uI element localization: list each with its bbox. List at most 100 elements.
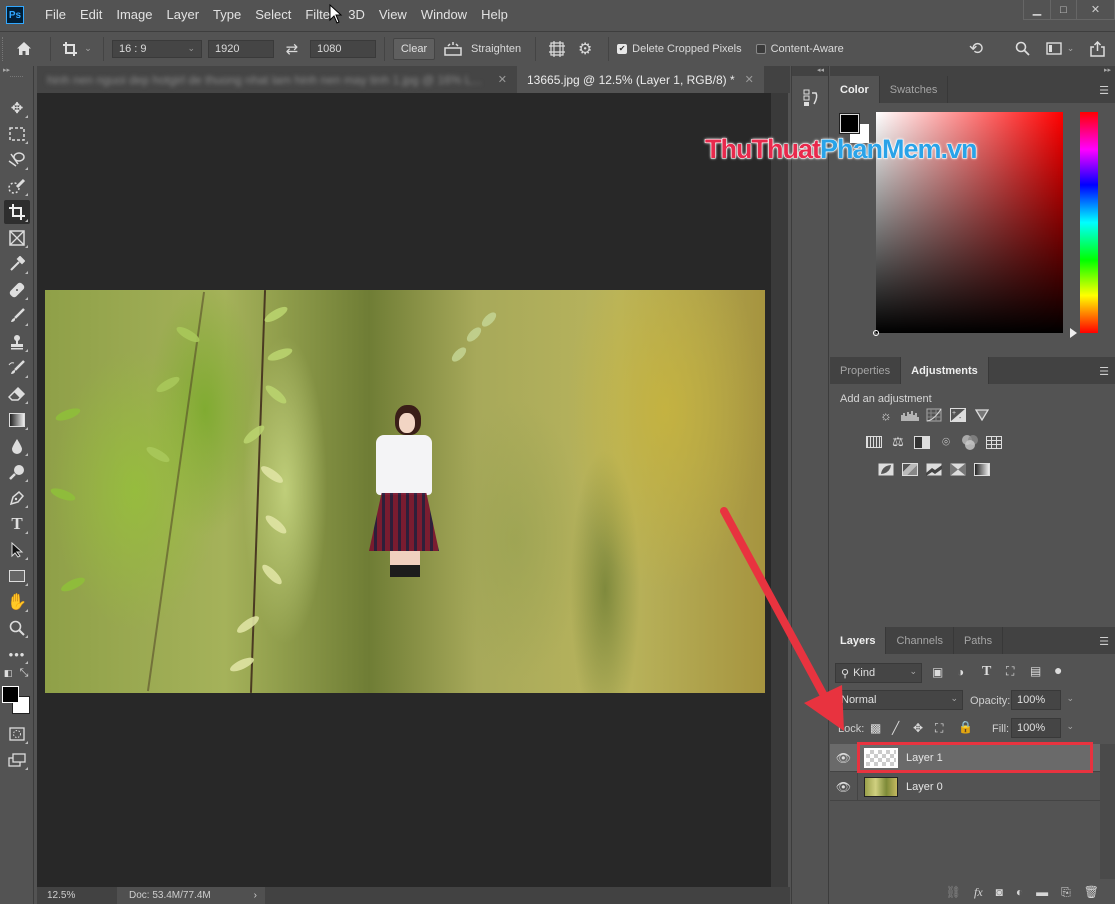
lasso-tool-icon[interactable] [4,148,30,172]
curves-icon[interactable] [925,407,943,423]
color-lookup-icon[interactable] [985,434,1003,450]
menu-select[interactable]: Select [248,0,298,30]
filter-type-layers-icon[interactable]: T [982,664,991,680]
filter-toggle-icon[interactable]: ● [1054,662,1062,678]
rectangle-tool-icon[interactable] [4,564,30,588]
move-tool-icon[interactable]: ✥ [4,96,30,120]
collapse-toolbar-icon[interactable]: ▸▸ [0,66,33,76]
tab-swatches[interactable]: Swatches [880,76,949,103]
type-tool-icon[interactable]: T [4,512,30,536]
menu-view[interactable]: View [372,0,414,30]
tab-paths[interactable]: Paths [954,627,1004,654]
brightness-contrast-icon[interactable]: ☼ [877,407,895,423]
doc-size-info[interactable]: Doc: 53.4M/77.4M › [117,887,265,904]
lock-all-icon[interactable]: 🔒 [958,720,973,734]
healing-brush-tool-icon[interactable] [4,278,30,302]
brush-tool-icon[interactable] [4,304,30,328]
share-icon[interactable] [1086,40,1108,57]
content-aware-label[interactable]: Content-Aware [771,43,844,55]
marquee-tool-icon[interactable] [4,122,30,146]
menu-file[interactable]: File [38,0,73,30]
document-tab-inactive[interactable]: hinh nen nguoi dep hotgirl de thuong nha… [37,66,517,93]
collapse-panels-icon[interactable]: ◂◂ [792,66,828,76]
maximize-button[interactable]: □ [1050,0,1076,19]
hue-slider-marker[interactable] [1070,328,1077,338]
history-brush-tool-icon[interactable] [4,356,30,380]
pen-tool-icon[interactable] [4,486,30,510]
filter-adjustment-layers-icon[interactable]: ◑ [957,665,964,679]
delete-cropped-pixels-label[interactable]: Delete Cropped Pixels [632,43,741,55]
minimize-button[interactable]: ▁ [1024,0,1050,19]
new-adjustment-layer-icon[interactable]: ◐ [1016,885,1023,899]
opacity-input[interactable]: 100% ⌄ [1011,690,1074,710]
crop-tool-preset-icon[interactable]: ⌄ [59,41,95,57]
blur-tool-icon[interactable] [4,434,30,458]
tab-properties[interactable]: Properties [830,357,902,384]
filter-pixel-layers-icon[interactable]: ▣ [932,665,943,679]
vibrance-icon[interactable] [973,407,991,423]
zoom-level[interactable]: 12.5% [37,890,117,901]
dodge-tool-icon[interactable] [4,460,30,484]
layer-name[interactable]: Layer 0 [906,781,943,793]
layer-row-layer-0[interactable]: 👁 Layer 0 [830,772,1100,801]
menu-layer[interactable]: Layer [160,0,207,30]
lock-image-pixels-icon[interactable]: ╱ [892,721,899,735]
delete-layer-icon[interactable]: 🗑 [1084,885,1099,899]
levels-icon[interactable] [901,407,919,423]
gradient-map-icon[interactable] [973,461,991,477]
path-selection-tool-icon[interactable] [4,538,30,562]
gear-icon[interactable]: ⚙ [570,39,600,59]
lock-transparent-pixels-icon[interactable]: ▩ [870,721,881,735]
channel-mixer-icon[interactable] [961,434,979,450]
screen-mode-icon[interactable] [4,748,30,772]
quick-selection-tool-icon[interactable] [4,174,30,198]
threshold-icon[interactable] [925,461,943,477]
filter-smart-objects-icon[interactable]: ▤ [1030,664,1041,678]
tab-channels[interactable]: Channels [886,627,954,654]
chevron-down-icon[interactable]: ⌄ [1066,721,1074,732]
tab-adjustments[interactable]: Adjustments [901,357,989,384]
crop-tool-icon[interactable] [4,200,30,224]
document-image[interactable] [45,290,765,693]
invert-icon[interactable] [877,461,895,477]
menu-3d[interactable]: 3D [341,0,372,30]
add-mask-icon[interactable]: ◙ [996,885,1003,899]
chevron-down-icon[interactable]: ⌄ [1066,693,1074,704]
tab-color[interactable]: Color [830,76,880,103]
quick-mask-icon[interactable] [4,722,30,746]
menu-help[interactable]: Help [474,0,515,30]
history-panel-icon[interactable] [800,86,822,110]
layers-scrollbar[interactable] [1100,744,1115,879]
close-button[interactable]: ✕ [1076,0,1114,19]
home-icon[interactable] [6,41,42,56]
straighten-icon[interactable] [435,41,471,56]
grid-overlay-icon[interactable] [544,40,570,57]
hand-tool-icon[interactable]: ✋ [4,590,30,614]
document-tab-active[interactable]: 13665.jpg @ 12.5% (Layer 1, RGB/8) * ✕ [517,66,764,93]
aspect-ratio-select[interactable]: 16 : 9 ⌄ [112,39,202,58]
color-picker-marker[interactable] [873,330,879,336]
swap-colors-icon[interactable]: ⤡ [17,666,31,680]
gradient-tool-icon[interactable] [4,408,30,432]
close-tab-icon[interactable]: ✕ [498,73,507,86]
new-layer-icon[interactable]: ⎘ [1061,885,1071,900]
panel-menu-icon[interactable]: ☰ [1099,84,1109,97]
search-icon[interactable] [1012,41,1032,56]
exposure-icon[interactable]: + - [949,407,967,423]
filter-shape-layers-icon[interactable]: ⛶ [1006,664,1014,679]
link-layers-icon[interactable]: ⛓ [946,885,961,899]
reset-icon[interactable]: ⟲ [964,39,988,59]
eraser-tool-icon[interactable] [4,382,30,406]
fill-input[interactable]: 100% ⌄ [1011,718,1074,738]
new-group-icon[interactable]: ▬ [1036,885,1048,899]
clear-button[interactable]: Clear [393,37,435,60]
hue-slider[interactable] [1080,112,1098,333]
menu-window[interactable]: Window [414,0,474,30]
eyedropper-tool-icon[interactable] [4,252,30,276]
content-aware-checkbox[interactable] [755,43,766,54]
frame-tool-icon[interactable] [4,226,30,250]
foreground-color-swatch[interactable] [2,686,19,703]
menu-type[interactable]: Type [206,0,248,30]
edit-toolbar-icon[interactable]: ••• [4,642,30,666]
girl-cutout-layer-1[interactable] [369,405,442,580]
